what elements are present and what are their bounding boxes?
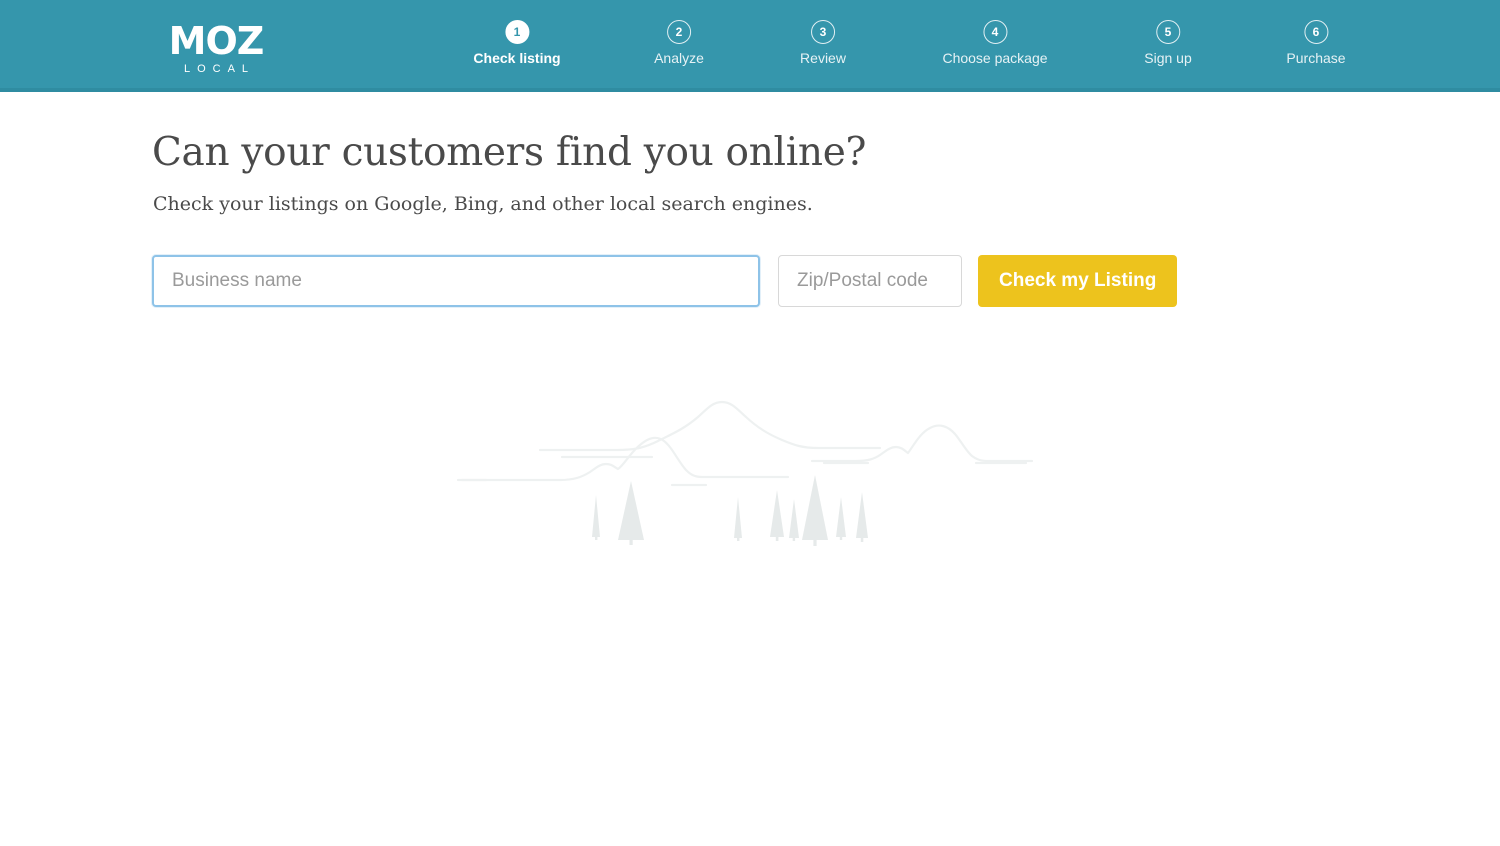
moz-local-logo[interactable]: MOZ LOCAL <box>152 19 280 75</box>
progress-steps: 1 Check listing 2 Analyze 3 Review 4 Cho… <box>400 20 1430 78</box>
page-title: Can your customers find you online? <box>152 130 867 175</box>
step-number-2: 2 <box>667 20 691 44</box>
step-label-4: Choose package <box>942 50 1048 66</box>
step-label-2: Analyze <box>654 50 704 66</box>
hill-outlines <box>456 400 1034 487</box>
step-label-3: Review <box>800 50 846 66</box>
step-check-listing[interactable]: 1 Check listing <box>473 20 561 66</box>
step-purchase[interactable]: 6 Purchase <box>1286 20 1346 66</box>
check-my-listing-button[interactable]: Check my Listing <box>978 255 1178 307</box>
page-subtitle: Check your listings on Google, Bing, and… <box>153 193 813 215</box>
step-number-1: 1 <box>504 20 529 44</box>
step-number-4: 4 <box>982 20 1007 44</box>
step-label-1: Check listing <box>473 50 561 66</box>
step-label-6: Purchase <box>1286 50 1346 66</box>
business-name-input[interactable] <box>152 255 760 307</box>
step-number-6: 6 <box>1304 20 1328 44</box>
logo-subtitle: LOCAL <box>183 63 256 75</box>
step-sign-up[interactable]: 5 Sign up <box>1144 20 1192 66</box>
step-number-3: 3 <box>811 20 835 44</box>
step-review[interactable]: 3 Review <box>800 20 846 66</box>
logo-wordmark: MOZ <box>168 19 265 63</box>
step-choose-package[interactable]: 4 Choose package <box>942 20 1048 66</box>
zip-postal-code-input[interactable] <box>778 255 962 307</box>
landscape-illustration <box>456 400 1034 546</box>
step-analyze[interactable]: 2 Analyze <box>654 20 704 66</box>
pine-trees <box>592 475 868 546</box>
main-content: Can your customers find you online? Chec… <box>0 92 1500 846</box>
step-number-5: 5 <box>1155 20 1180 44</box>
site-header: MOZ LOCAL 1 Check listing 2 Analyze 3 Re… <box>0 0 1500 92</box>
step-label-5: Sign up <box>1144 50 1192 66</box>
